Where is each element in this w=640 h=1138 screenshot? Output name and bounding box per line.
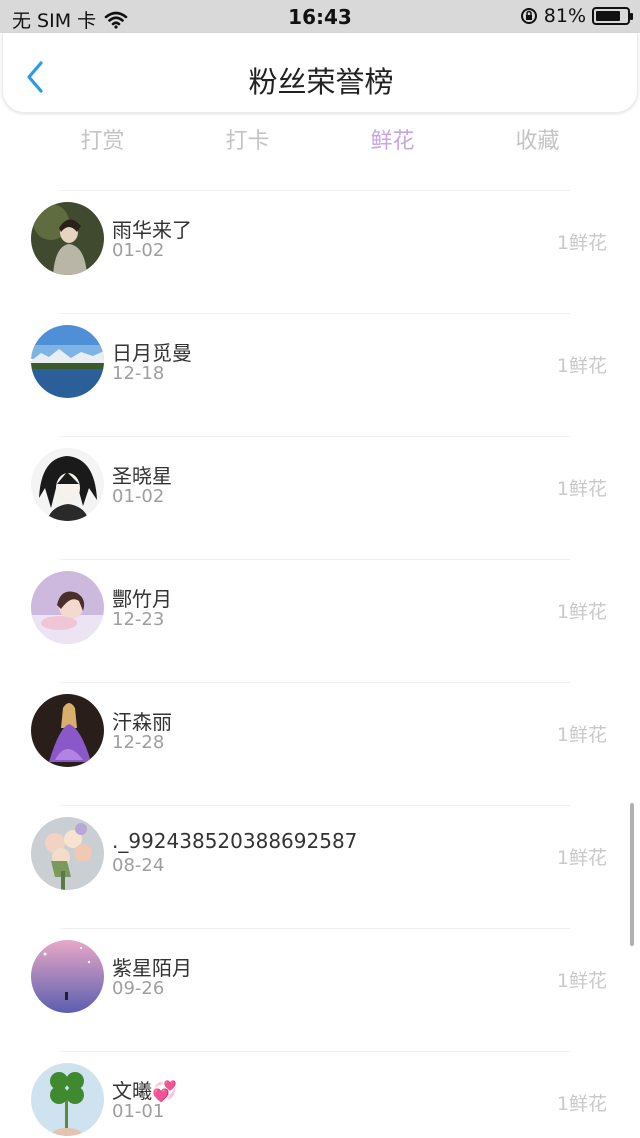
- tab-checkin[interactable]: 打卡: [175, 124, 320, 164]
- fan-amount: 1鲜花: [556, 232, 607, 254]
- tab-bar: 打赏 打卡 鲜花 收藏: [30, 124, 610, 164]
- avatar[interactable]: [31, 817, 104, 890]
- page-title: 粉丝荣誉榜: [248, 65, 394, 99]
- list-item[interactable]: 文曦💞 01-01 1鲜花: [0, 1051, 640, 1138]
- fan-date: 09-26: [112, 978, 165, 999]
- fan-name: 圣晓星: [112, 464, 172, 488]
- fan-name: 文曦💞: [112, 1079, 177, 1103]
- list-item[interactable]: 紫星陌月 09-26 1鲜花: [0, 928, 640, 1051]
- scrollbar[interactable]: [630, 803, 634, 946]
- avatar[interactable]: [31, 325, 104, 398]
- fan-date: 01-02: [112, 240, 165, 261]
- list-item[interactable]: 酆竹月 12-23 1鲜花: [0, 559, 640, 682]
- fan-date: 01-02: [112, 486, 165, 507]
- avatar[interactable]: [31, 694, 104, 767]
- fan-date: 12-18: [112, 363, 165, 384]
- fan-amount: 1鲜花: [556, 1093, 607, 1115]
- fan-amount: 1鲜花: [556, 478, 607, 500]
- fan-amount: 1鲜花: [556, 724, 607, 746]
- list-item[interactable]: 日月觅曼 12-18 1鲜花: [0, 313, 640, 436]
- fan-amount: 1鲜花: [556, 847, 607, 869]
- avatar[interactable]: [31, 448, 104, 521]
- orientation-lock-icon: [520, 8, 537, 24]
- tab-favorites[interactable]: 收藏: [465, 124, 610, 164]
- list-item[interactable]: 雨华来了 01-02 1鲜花: [0, 190, 640, 313]
- fan-name: 日月觅曼: [112, 341, 192, 365]
- fan-name: 雨华来了: [112, 218, 192, 242]
- list-item[interactable]: 圣晓星 01-02 1鲜花: [0, 436, 640, 559]
- status-bar: 无 SIM 卡 16:43 81%: [0, 0, 640, 33]
- fan-amount: 1鲜花: [556, 970, 607, 992]
- avatar[interactable]: [31, 1063, 104, 1136]
- avatar[interactable]: [31, 571, 104, 644]
- fan-amount: 1鲜花: [556, 355, 607, 377]
- fan-date: 12-23: [112, 609, 165, 630]
- list-item[interactable]: 汗森丽 12-28 1鲜花: [0, 682, 640, 805]
- status-right-group: 81%: [520, 5, 633, 27]
- tab-reward[interactable]: 打赏: [30, 124, 175, 164]
- fan-list: 雨华来了 01-02 1鲜花 日月觅曼 12-18 1鲜花 圣晓星 01-02 …: [0, 190, 640, 1138]
- avatar[interactable]: [31, 202, 104, 275]
- fan-amount: 1鲜花: [556, 601, 607, 623]
- fan-name: ._992438520388692587: [112, 829, 358, 853]
- avatar[interactable]: [31, 940, 104, 1013]
- battery-percent: 81%: [543, 5, 586, 27]
- tab-flowers[interactable]: 鲜花: [320, 124, 465, 164]
- fan-date: 08-24: [112, 855, 165, 876]
- battery-icon: [592, 7, 633, 25]
- fan-name: 汗森丽: [112, 710, 172, 734]
- fan-date: 01-01: [112, 1101, 165, 1122]
- fan-name: 紫星陌月: [112, 956, 192, 980]
- fan-date: 12-28: [112, 732, 165, 753]
- battery-fill: [596, 11, 621, 21]
- list-item[interactable]: ._992438520388692587 08-24 1鲜花: [0, 805, 640, 928]
- nav-bar: 粉丝荣誉榜: [2, 33, 638, 113]
- fan-name: 酆竹月: [112, 587, 172, 611]
